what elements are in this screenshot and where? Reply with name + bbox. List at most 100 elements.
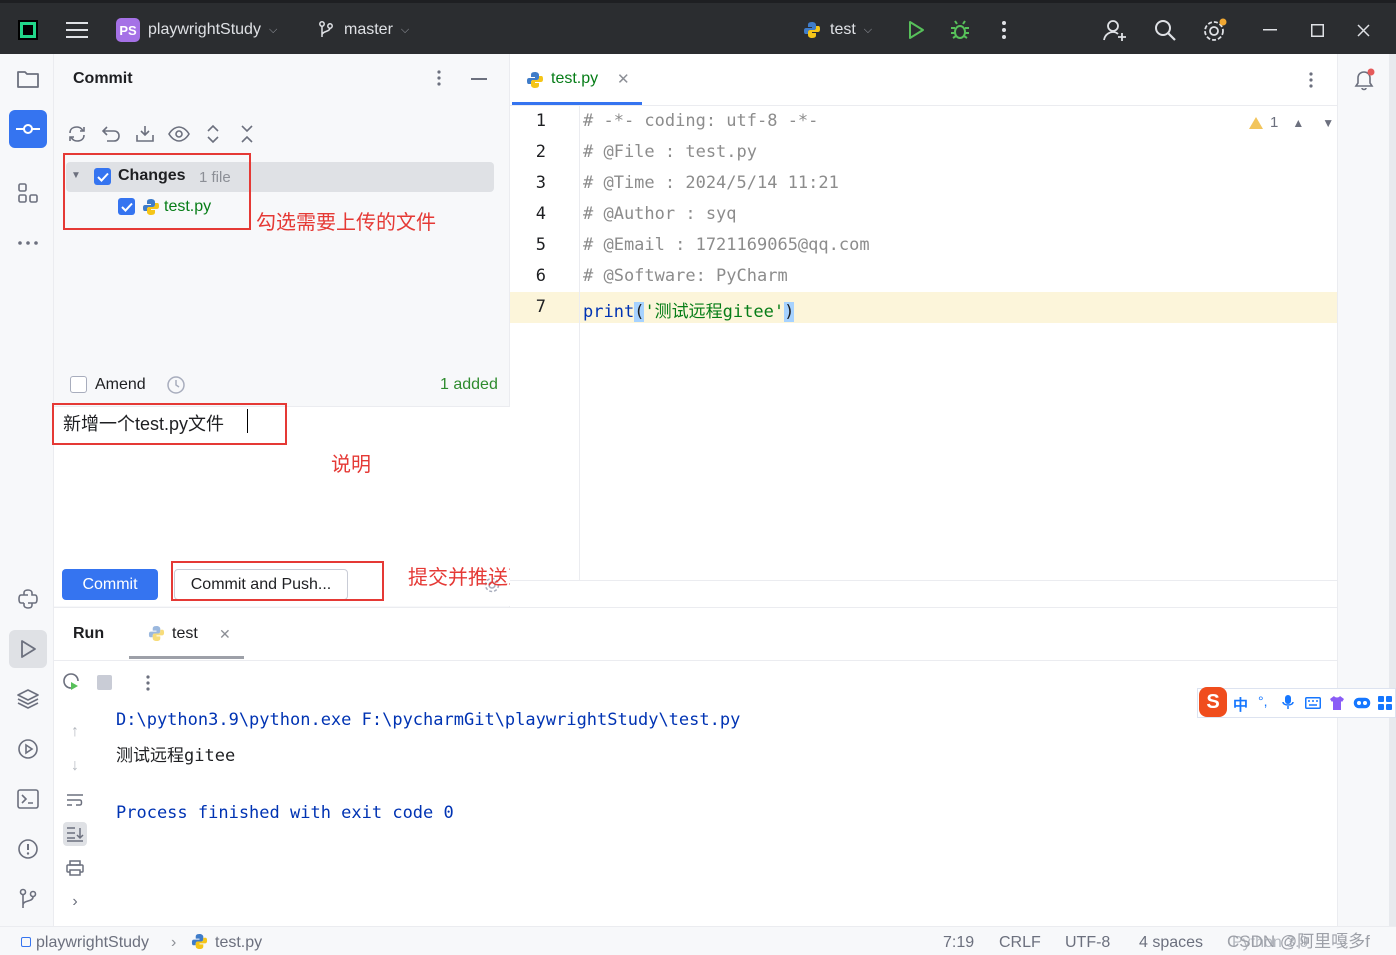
layers-tool-button[interactable] [9, 680, 47, 718]
commit-button[interactable]: Commit [62, 569, 158, 600]
layers-icon [17, 689, 39, 709]
scroll-to-end-icon[interactable] [63, 822, 87, 846]
more-tools-icon[interactable] [9, 224, 47, 262]
add-user-icon[interactable] [1100, 15, 1130, 45]
code-line[interactable]: # @Email : 1721169065@qq.com [583, 235, 870, 255]
breadcrumb-project[interactable]: playwrightStudy [36, 934, 149, 952]
project-tool-button[interactable] [9, 60, 47, 98]
breadcrumb-file[interactable]: test.py [215, 934, 262, 952]
toolbox-icon[interactable] [1378, 696, 1392, 714]
run-side-toolbar: ↑ ↓ › [54, 660, 96, 927]
close-icon[interactable] [1348, 15, 1378, 45]
run-button[interactable] [901, 15, 931, 45]
rollback-icon[interactable] [99, 122, 123, 146]
close-tab-icon[interactable]: ✕ [219, 626, 231, 643]
chevron-right-icon[interactable]: › [63, 890, 87, 914]
git-tool-button[interactable] [9, 880, 47, 918]
run-options-icon[interactable] [146, 675, 150, 695]
commit-panel: Commit ▼ Changes 1 file test.py 勾选需要上传的文… [52, 54, 510, 607]
tab-test-py[interactable]: test.py [551, 70, 598, 88]
maximize-icon[interactable] [1302, 15, 1332, 45]
collapse-all-icon[interactable] [235, 122, 259, 146]
notifications-icon[interactable] [1352, 68, 1376, 96]
preview-diff-icon[interactable] [167, 122, 191, 146]
chevron-down-icon[interactable]: ▼ [1322, 116, 1334, 130]
refresh-icon[interactable] [65, 122, 89, 146]
console-output-line: Process finished with exit code 0 [116, 803, 454, 823]
ime-toolbar[interactable]: S 中 °, [1197, 687, 1396, 718]
services-tool-button[interactable] [9, 730, 47, 768]
shelve-icon[interactable] [133, 122, 157, 146]
print-keyword: print [583, 302, 635, 322]
branch-selector[interactable]: master ⌵ [318, 15, 409, 45]
chevron-down-icon: ⌵ [863, 23, 873, 36]
code-line[interactable]: # @File : test.py [583, 142, 757, 162]
history-icon[interactable] [166, 375, 186, 399]
arrow-up-icon[interactable]: ↑ [63, 720, 87, 744]
csdn-watermark: CSDN @阿里嘎多f [1227, 932, 1370, 951]
panel-title: Commit [73, 70, 133, 87]
minimize-panel-icon[interactable] [471, 78, 487, 80]
indent-setting[interactable]: 4 spaces [1139, 934, 1203, 952]
panel-options-icon[interactable] [437, 70, 441, 90]
expand-all-icon[interactable] [201, 122, 225, 146]
problems-icon [18, 839, 38, 859]
line-number: 6 [535, 266, 546, 286]
structure-icon [18, 183, 38, 203]
terminal-icon [17, 789, 39, 809]
annotation-description: 说明 [331, 454, 371, 476]
game-icon[interactable] [1353, 696, 1371, 713]
amend-checkbox[interactable] [70, 376, 87, 393]
editor-options-icon[interactable] [1309, 72, 1313, 92]
code-line[interactable]: # -*- coding: utf-8 -*- [583, 111, 818, 131]
microphone-icon[interactable] [1282, 694, 1294, 714]
git-branch-icon [319, 21, 333, 37]
status-bar: playwrightStudy › test.py 7:19 CRLF UTF-… [0, 926, 1396, 955]
line-number: 1 [535, 111, 546, 131]
commit-tool-button[interactable] [9, 110, 47, 148]
chevron-down-icon: ⌵ [268, 23, 278, 36]
inspection-widget[interactable]: 1 ▲ ▼ [1248, 114, 1334, 131]
structure-tool-button[interactable] [9, 174, 47, 212]
search-icon[interactable] [1150, 15, 1180, 45]
code-line[interactable]: # @Software: PyCharm [583, 266, 788, 286]
problems-tool-button[interactable] [9, 830, 47, 868]
breadcrumb-separator-icon: › [171, 934, 177, 951]
run-tool-button[interactable] [9, 630, 47, 668]
keyboard-icon[interactable] [1305, 696, 1321, 713]
run-tab-test[interactable]: test [172, 625, 198, 643]
line-ending[interactable]: CRLF [999, 934, 1041, 952]
project-badge: PS [116, 18, 140, 42]
code-line-print[interactable]: print('测试远程gitee') [583, 297, 795, 322]
skin-icon[interactable] [1329, 695, 1345, 715]
caret-position[interactable]: 7:19 [943, 934, 974, 952]
play-icon [909, 21, 924, 39]
arrow-down-icon[interactable]: ↓ [63, 754, 87, 778]
git-branch-icon [19, 888, 37, 908]
project-selector[interactable]: PS playwrightStudy ⌵ [116, 15, 277, 45]
code-line[interactable]: # @Author : syq [583, 204, 737, 224]
run-config-selector[interactable]: test ⌵ [803, 15, 872, 45]
punctuation-icon[interactable]: °, [1258, 693, 1268, 709]
minimize-icon[interactable] [1255, 15, 1285, 45]
terminal-tool-button[interactable] [9, 780, 47, 818]
stop-icon[interactable] [97, 675, 112, 690]
chevron-up-icon[interactable]: ▲ [1292, 116, 1304, 130]
settings-icon[interactable] [1200, 15, 1230, 45]
ime-mode-label: 中 [1233, 697, 1249, 714]
line-number: 5 [535, 235, 546, 255]
divider [54, 660, 1337, 661]
python-packages-tool-button[interactable] [9, 580, 47, 618]
more-actions-icon[interactable] [989, 15, 1019, 45]
close-paren: ) [784, 302, 795, 322]
main-menu-icon[interactable] [62, 15, 92, 45]
annotation-box-files [63, 153, 251, 230]
debug-button[interactable] [945, 15, 975, 45]
close-tab-icon[interactable]: ✕ [617, 70, 630, 88]
run-config-name: test [830, 21, 856, 38]
print-icon[interactable] [63, 856, 87, 880]
code-line[interactable]: # @Time : 2024/5/14 11:21 [583, 173, 839, 193]
line-number: 3 [535, 173, 546, 193]
soft-wrap-icon[interactable] [63, 788, 87, 812]
file-encoding[interactable]: UTF-8 [1065, 934, 1110, 952]
